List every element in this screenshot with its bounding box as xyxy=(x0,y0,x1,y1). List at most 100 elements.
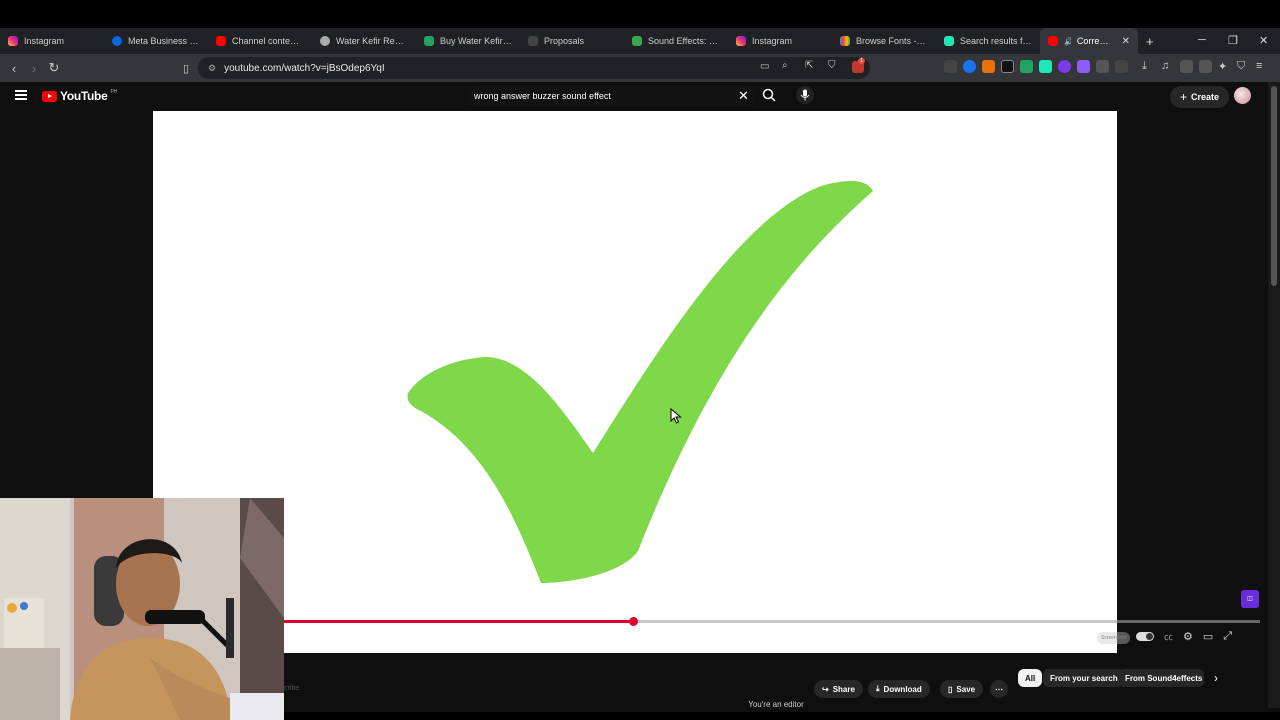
brave-shield-icon[interactable]: ⛉ xyxy=(828,60,836,71)
save-button[interactable]: ▯ Save xyxy=(940,680,984,698)
clear-search-icon[interactable]: ✕ xyxy=(738,88,749,104)
browser-tab[interactable]: Search results for X xyxy=(936,28,1040,54)
instagram-icon xyxy=(8,36,18,46)
editor-status: You're an editor xyxy=(748,700,804,709)
share-button[interactable]: ↪ Share xyxy=(814,680,863,698)
reload-icon[interactable]: ↻ xyxy=(44,60,64,76)
vpn-icon[interactable]: ⛉ xyxy=(1237,60,1250,73)
browser-tab[interactable]: Sound Effects: wron xyxy=(624,28,728,54)
extension-icon[interactable] xyxy=(1001,60,1014,73)
browser-tab[interactable]: Meta Business Suite xyxy=(104,28,208,54)
extension-icon[interactable] xyxy=(1058,60,1071,73)
download-button[interactable]: ⤓ Download xyxy=(868,680,930,698)
voice-search-button[interactable] xyxy=(796,86,814,104)
puzzle-icon[interactable] xyxy=(1096,60,1109,73)
browser-tab[interactable]: Instagram xyxy=(728,28,832,54)
progress-fill xyxy=(284,620,634,623)
progress-bar[interactable] xyxy=(284,617,1260,626)
chip-from-your-search[interactable]: From your search xyxy=(1043,669,1125,687)
microphone-icon xyxy=(800,89,810,101)
speaker-icon: 🔊 xyxy=(1064,37,1071,46)
autoplay-toggle[interactable] xyxy=(1136,632,1154,641)
browser-tab[interactable]: Browse Fonts - Goo xyxy=(832,28,936,54)
youtube-logo[interactable]: YouTube PH xyxy=(42,89,117,103)
menu-icon[interactable]: ≡ xyxy=(1256,60,1269,73)
screenshot-button[interactable]: Screenshot xyxy=(1097,632,1131,644)
checkmark-shape xyxy=(407,180,873,583)
subscribe-button[interactable]: cribe xyxy=(284,685,299,692)
music-icon[interactable]: ♫ xyxy=(1161,60,1174,73)
youtube-icon xyxy=(216,36,226,46)
excel-icon xyxy=(424,36,434,46)
page-scrollbar[interactable] xyxy=(1268,82,1280,708)
chip-all[interactable]: All xyxy=(1018,669,1043,687)
youtube-play-icon xyxy=(42,90,57,102)
player-controls-right: ㏄ ⚙ ▭ ⤢ xyxy=(1136,630,1232,643)
download-icon[interactable]: ⤓ xyxy=(1142,60,1155,73)
font-extension-icon[interactable] xyxy=(944,60,957,73)
new-tab-button[interactable]: + xyxy=(1138,34,1162,49)
avatar[interactable] xyxy=(1234,87,1251,104)
close-tab-icon[interactable]: ✕ xyxy=(1122,36,1130,47)
more-actions-button[interactable]: ⋯ xyxy=(990,680,1008,698)
more-dots-icon: ⋯ xyxy=(995,684,1003,694)
zoom-icon[interactable]: ⌕ xyxy=(782,60,788,71)
youtube-header: YouTube PH wrong answer buzzer sound eff… xyxy=(0,82,1280,112)
miniplayer-icon[interactable]: ▭ xyxy=(1203,630,1213,643)
screen: Instagram Meta Business Suite Channel co… xyxy=(0,0,1280,720)
wallet-icon[interactable] xyxy=(1199,60,1212,73)
browser-tab-active[interactable]: 🔊 Correct and ✕ xyxy=(1040,28,1138,54)
hamburger-menu-icon[interactable] xyxy=(15,90,27,100)
upwork-icon xyxy=(528,36,538,46)
video-player[interactable] xyxy=(153,111,1117,653)
bookmark-icon[interactable]: ▯ xyxy=(176,62,196,75)
search-input[interactable]: wrong answer buzzer sound effect xyxy=(466,85,756,107)
plus-icon: + xyxy=(1180,90,1188,104)
sheet-icon xyxy=(632,36,642,46)
site-info-icon[interactable]: ⚙ xyxy=(208,63,216,74)
fullscreen-icon[interactable]: ⤢ xyxy=(1223,630,1232,643)
extensions-bar: ⤓ ♫ ✦ ⛉ ≡ xyxy=(944,60,1269,73)
webcam-feed-image xyxy=(0,498,284,720)
chevron-right-icon[interactable]: › xyxy=(1214,671,1218,685)
forward-icon[interactable]: › xyxy=(24,61,44,76)
cast-icon[interactable]: ▭ xyxy=(760,61,769,72)
minimize-button[interactable]: ─ xyxy=(1198,34,1206,46)
browser-tab[interactable]: Channel content - Y xyxy=(208,28,312,54)
browser-tab[interactable]: Buy Water Kefir Gra xyxy=(416,28,520,54)
browser-tab-strip: Instagram Meta Business Suite Channel co… xyxy=(0,28,1280,54)
google-fonts-icon xyxy=(840,36,850,46)
search-icon[interactable] xyxy=(762,88,776,102)
share-page-icon[interactable]: ⇱ xyxy=(805,60,813,71)
captions-icon[interactable]: ㏄ xyxy=(1164,630,1173,643)
webcam-overlay xyxy=(0,498,284,720)
back-icon[interactable]: ‹ xyxy=(4,61,24,76)
extension-icon[interactable] xyxy=(982,60,995,73)
extension-icon[interactable] xyxy=(1115,60,1128,73)
create-button[interactable]: + Create xyxy=(1170,86,1230,108)
restore-button[interactable]: ❐ xyxy=(1228,34,1238,47)
address-bar-row: ‹ › ↻ ▯ ⚙ youtube.com/watch?v=jBsOdep6Yq… xyxy=(0,54,1280,82)
chip-from-channel[interactable]: From Sound4effects | F xyxy=(1118,669,1204,687)
bookmark-save-icon: ▯ xyxy=(948,684,953,694)
close-window-button[interactable]: ✕ xyxy=(1259,34,1268,47)
extension-icon[interactable] xyxy=(1020,60,1033,73)
extension-icon[interactable] xyxy=(1039,60,1052,73)
openai-icon xyxy=(320,36,330,46)
youtube-icon xyxy=(1048,36,1058,46)
browser-tab[interactable]: Proposals xyxy=(520,28,624,54)
browser-tab[interactable]: Instagram xyxy=(0,28,104,54)
leo-ai-icon[interactable]: ✦ xyxy=(1218,60,1231,73)
settings-gear-icon[interactable]: ⚙ xyxy=(1183,630,1193,643)
mouse-cursor-icon xyxy=(670,408,682,424)
checkmark-graphic xyxy=(407,180,873,583)
meta-icon xyxy=(112,36,122,46)
scrollbar-thumb[interactable] xyxy=(1271,86,1277,286)
extension-icon[interactable] xyxy=(1077,60,1090,73)
extension-icon[interactable] xyxy=(963,60,976,73)
overlay-extension-badge[interactable]: ◫ xyxy=(1241,590,1259,608)
browser-tab[interactable]: Water Kefir Reel Sc xyxy=(312,28,416,54)
download-arrow-icon: ⤓ xyxy=(876,684,880,693)
sidebar-icon[interactable] xyxy=(1180,60,1193,73)
title-bar xyxy=(0,0,1280,28)
